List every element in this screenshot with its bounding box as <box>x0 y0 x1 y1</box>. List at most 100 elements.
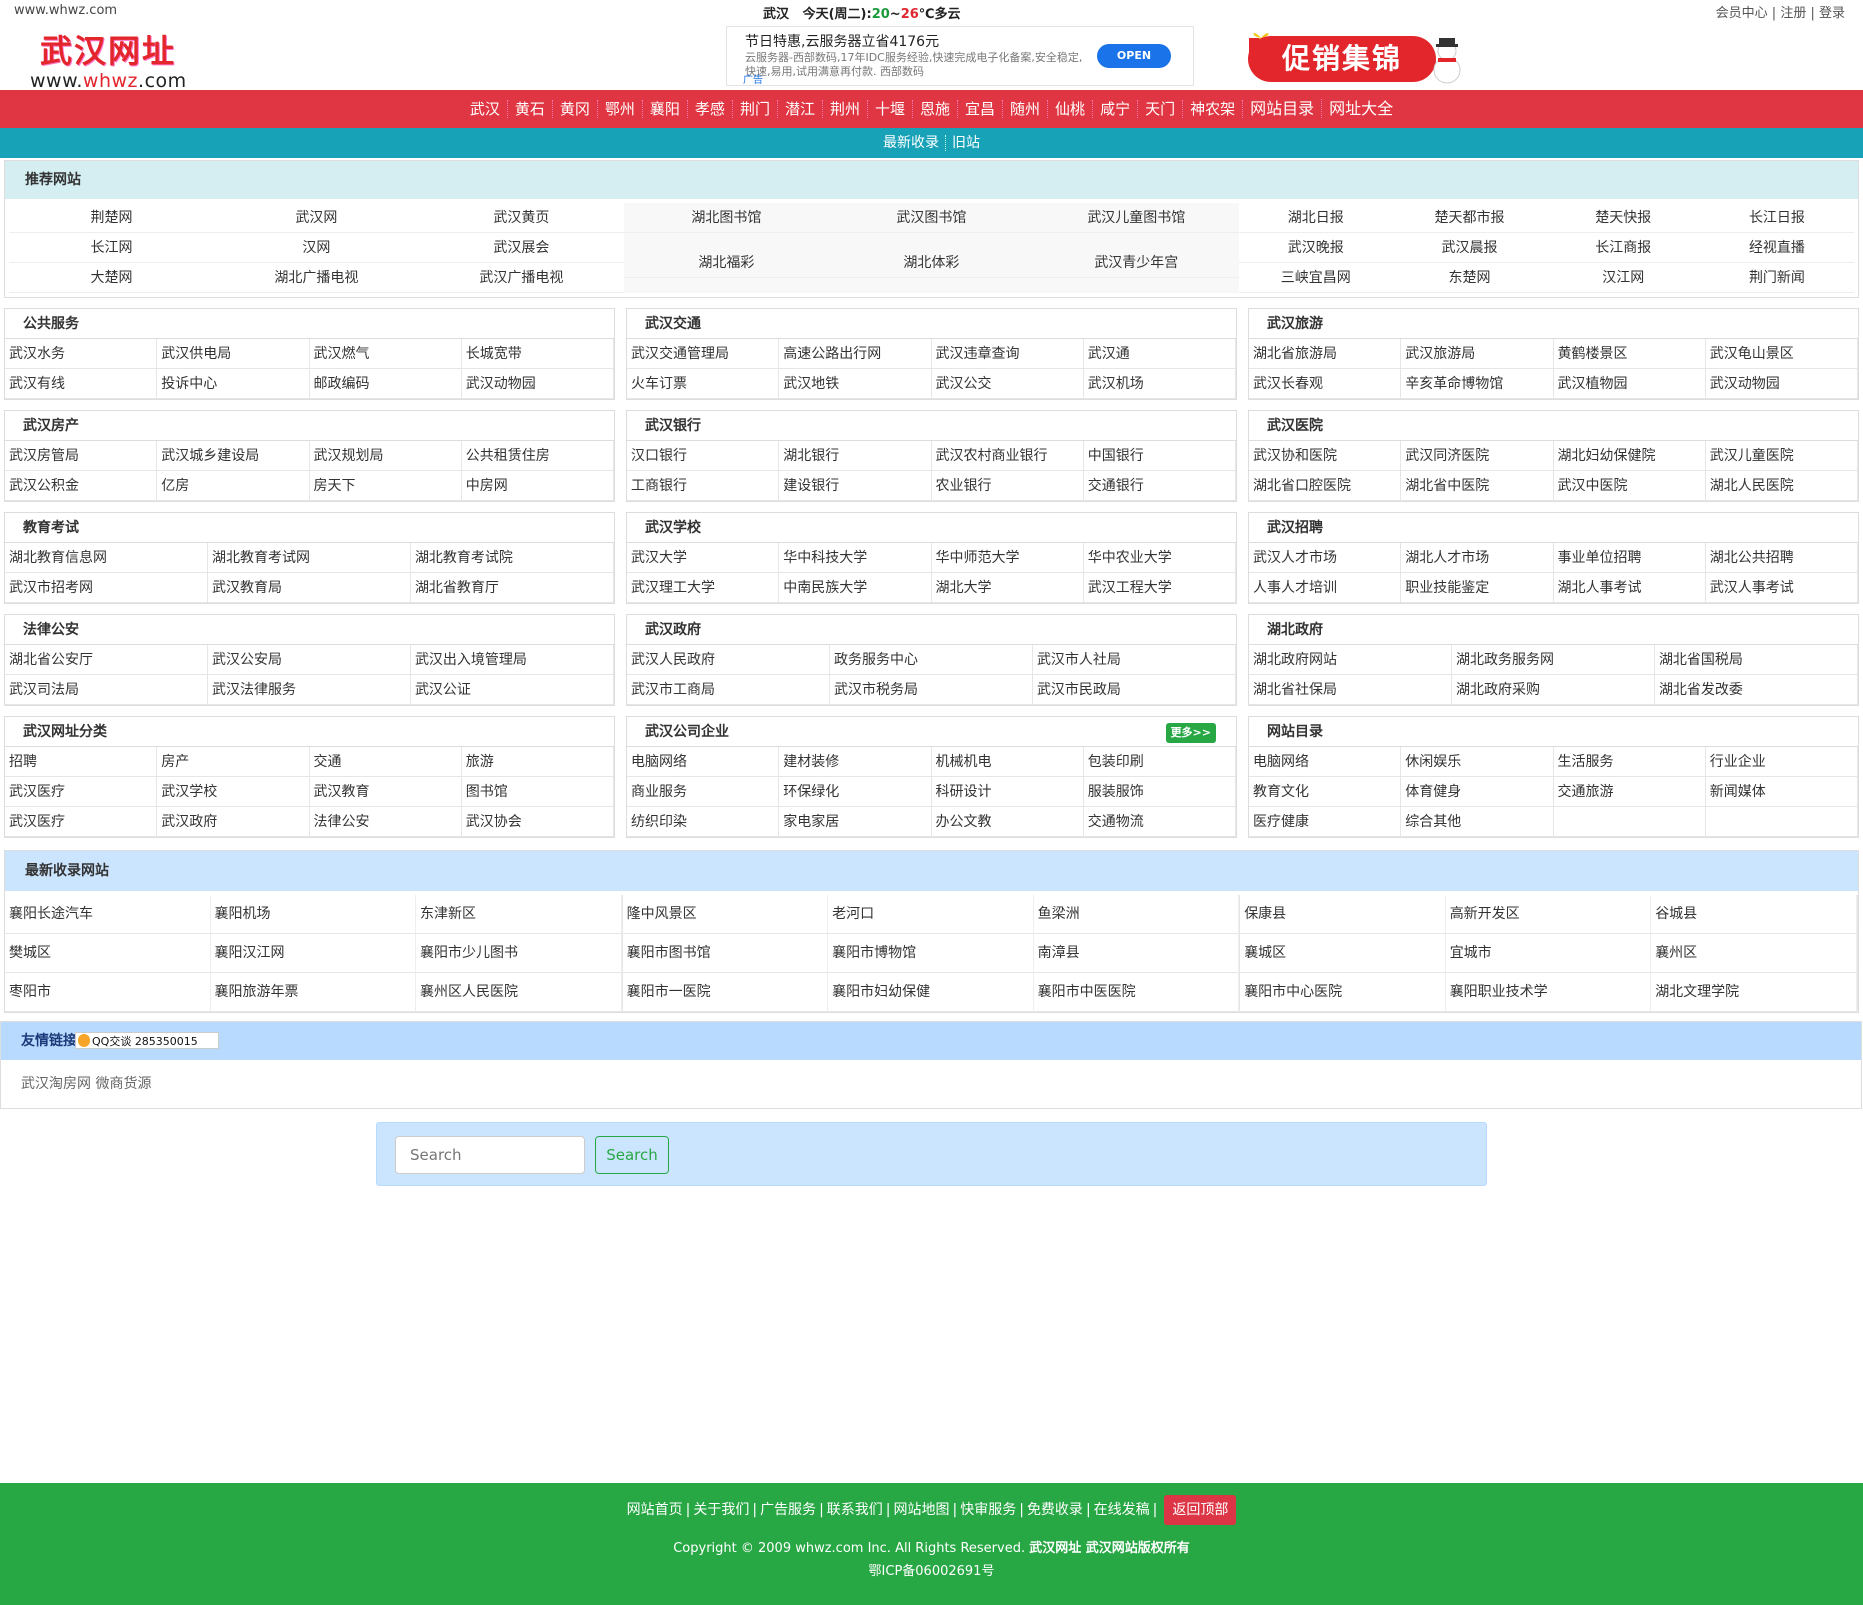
category-link[interactable]: 办公文教 <box>931 807 1084 837</box>
category-link[interactable]: 武汉儿童医院 <box>1705 441 1858 471</box>
category-link[interactable]: 旅游 <box>461 747 614 777</box>
category-link[interactable]: 火车订票 <box>627 369 780 399</box>
category-link[interactable]: 武汉人民政府 <box>627 645 830 675</box>
category-link[interactable]: 农业银行 <box>931 471 1084 501</box>
category-link[interactable]: 武汉医疗 <box>5 807 158 837</box>
latest-link[interactable]: 襄城区 <box>1240 934 1446 973</box>
category-link[interactable]: 职业技能鉴定 <box>1401 573 1554 603</box>
category-link[interactable]: 亿房 <box>157 471 310 501</box>
nav-item[interactable]: 黄冈 <box>552 100 598 118</box>
latest-link[interactable]: 襄阳市图书馆 <box>622 934 829 973</box>
category-link[interactable]: 湖北人才市场 <box>1401 543 1554 573</box>
latest-link[interactable]: 枣阳市 <box>5 973 211 1012</box>
recommend-link[interactable]: 武汉展会 <box>418 233 624 263</box>
recommend-link[interactable]: 湖北体彩 <box>828 248 1034 278</box>
latest-link[interactable]: 襄阳机场 <box>210 895 416 934</box>
ad-open-button[interactable]: OPEN <box>1097 44 1171 68</box>
category-link[interactable]: 建设银行 <box>779 471 932 501</box>
category-link[interactable]: 武汉市民政局 <box>1032 675 1236 705</box>
category-link[interactable]: 武汉出入境管理局 <box>410 645 614 675</box>
subnav-old-site[interactable]: 旧站 <box>946 135 986 151</box>
recommend-link[interactable]: 武汉广播电视 <box>418 263 624 293</box>
category-link[interactable]: 武汉地铁 <box>779 369 932 399</box>
category-link[interactable]: 中国银行 <box>1083 441 1236 471</box>
category-link[interactable]: 武汉植物园 <box>1553 369 1706 399</box>
category-link[interactable]: 湖北省教育厅 <box>410 573 614 603</box>
category-link[interactable]: 政务服务中心 <box>829 645 1033 675</box>
category-link[interactable]: 武汉通 <box>1083 339 1236 369</box>
category-link[interactable]: 武汉市人社局 <box>1032 645 1236 675</box>
category-link[interactable]: 建材装修 <box>779 747 932 777</box>
latest-link[interactable]: 襄阳市中医医院 <box>1033 973 1240 1012</box>
category-link[interactable]: 武汉房管局 <box>5 441 158 471</box>
latest-link[interactable]: 襄阳汉江网 <box>210 934 416 973</box>
nav-item[interactable]: 十堰 <box>867 100 913 118</box>
recommend-link[interactable]: 湖北广播电视 <box>213 263 419 293</box>
latest-link[interactable]: 襄州区 <box>1651 934 1857 973</box>
nav-item[interactable]: 宜昌 <box>958 100 1004 118</box>
category-link[interactable]: 湖北政府网站 <box>1249 645 1452 675</box>
category-link[interactable]: 武汉工程大学 <box>1083 573 1236 603</box>
nav-item[interactable]: 天门 <box>1138 100 1184 118</box>
category-link[interactable]: 公共租赁住房 <box>461 441 614 471</box>
icp-number[interactable]: 鄂ICP备06002691号 <box>0 1560 1863 1579</box>
footer-link[interactable]: 网站地图 <box>894 1502 950 1518</box>
recommend-link[interactable]: 大楚网 <box>9 263 214 293</box>
recommend-link[interactable]: 东楚网 <box>1392 263 1547 293</box>
recommend-link[interactable]: 汉网 <box>213 233 419 263</box>
subnav-latest[interactable]: 最新收录 <box>877 135 946 151</box>
category-link[interactable]: 武汉大学 <box>627 543 780 573</box>
recommend-link[interactable]: 楚天快报 <box>1546 203 1701 233</box>
nav-item[interactable]: 孝感 <box>687 100 733 118</box>
recommend-link[interactable]: 武汉黄页 <box>418 203 624 233</box>
category-link[interactable]: 高速公路出行网 <box>779 339 932 369</box>
latest-link[interactable]: 樊城区 <box>5 934 211 973</box>
recommend-link[interactable]: 长江网 <box>9 233 214 263</box>
category-link[interactable]: 武汉规划局 <box>309 441 462 471</box>
nav-item[interactable]: 恩施 <box>913 100 959 118</box>
latest-link[interactable]: 襄阳市中心医院 <box>1240 973 1446 1012</box>
latest-link[interactable]: 襄阳市少儿图书 <box>416 934 622 973</box>
register-link[interactable]: 注册 <box>1780 6 1806 21</box>
latest-link[interactable]: 隆中风景区 <box>622 895 829 934</box>
category-link[interactable]: 武汉水务 <box>5 339 158 369</box>
recommend-link[interactable]: 荆楚网 <box>9 203 214 233</box>
back-to-top-button[interactable]: 返回顶部 <box>1164 1495 1237 1525</box>
nav-item[interactable]: 黄石 <box>507 100 553 118</box>
category-link[interactable]: 武汉协和医院 <box>1249 441 1402 471</box>
latest-link[interactable]: 襄州区人民医院 <box>416 973 622 1012</box>
latest-link[interactable]: 老河口 <box>828 895 1034 934</box>
latest-link[interactable]: 谷城县 <box>1651 895 1857 934</box>
latest-link[interactable]: 襄阳市博物馆 <box>828 934 1034 973</box>
category-link[interactable]: 服装服饰 <box>1083 777 1236 807</box>
category-link[interactable]: 武汉交通管理局 <box>627 339 780 369</box>
category-link[interactable]: 交通 <box>309 747 462 777</box>
category-link[interactable]: 武汉人才市场 <box>1249 543 1402 573</box>
recommend-link[interactable]: 三峡宜昌网 <box>1238 263 1393 293</box>
recommend-link[interactable]: 武汉图书馆 <box>828 203 1034 233</box>
category-link[interactable]: 武汉教育 <box>309 777 462 807</box>
category-link[interactable]: 工商银行 <box>627 471 780 501</box>
category-link[interactable]: 武汉协会 <box>461 807 614 837</box>
latest-link[interactable]: 襄阳长途汽车 <box>5 895 211 934</box>
category-link[interactable]: 武汉供电局 <box>157 339 310 369</box>
category-link[interactable]: 湖北政府采购 <box>1451 675 1655 705</box>
recommend-link[interactable]: 湖北图书馆 <box>623 203 829 233</box>
category-link[interactable]: 交通旅游 <box>1553 777 1706 807</box>
category-link[interactable]: 汉口银行 <box>627 441 780 471</box>
category-link[interactable]: 武汉公积金 <box>5 471 158 501</box>
category-link[interactable]: 武汉市招考网 <box>5 573 208 603</box>
latest-link[interactable]: 襄阳旅游年票 <box>210 973 416 1012</box>
category-link[interactable]: 湖北省国税局 <box>1654 645 1858 675</box>
category-link[interactable]: 交通物流 <box>1083 807 1236 837</box>
footer-link[interactable]: 联系我们 <box>827 1502 883 1518</box>
latest-link[interactable]: 保康县 <box>1240 895 1446 934</box>
category-link[interactable]: 纺织印染 <box>627 807 780 837</box>
nav-item[interactable]: 荆州 <box>822 100 868 118</box>
recommend-link[interactable]: 楚天都市报 <box>1392 203 1547 233</box>
category-link[interactable]: 湖北教育考试网 <box>207 543 411 573</box>
recommend-link[interactable]: 武汉晨报 <box>1392 233 1547 263</box>
category-link[interactable]: 武汉长春观 <box>1249 369 1402 399</box>
nav-item-directory[interactable]: 网站目录 <box>1243 99 1323 118</box>
nav-item-all-sites[interactable]: 网址大全 <box>1322 99 1400 118</box>
